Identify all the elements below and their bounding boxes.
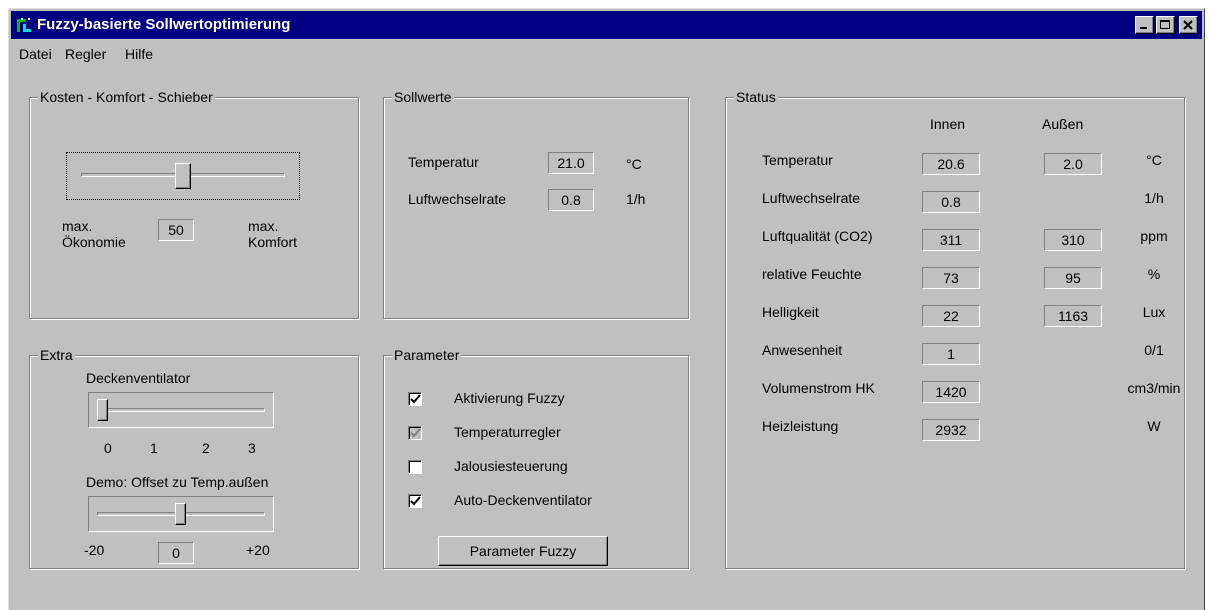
parameter-option-label: Aktivierung Fuzzy [454, 390, 565, 406]
parameter-option-label: Jalousiesteuerung [454, 458, 568, 474]
checkmark-icon [410, 394, 421, 404]
status-inside-field: 1 [922, 343, 980, 365]
fan-slider[interactable] [88, 392, 274, 428]
status-row-unit: cm3/min [1127, 380, 1181, 396]
status-group: Status Innen Außen Temperatur 20.6 2.0 °C Lu… [725, 89, 1185, 569]
extra-legend: Extra [38, 347, 75, 363]
comfort-slider-thumb[interactable] [175, 163, 191, 189]
status-inside-field: 22 [922, 305, 980, 327]
parameter-group: Parameter Aktivierung Fuzzy Temperaturreg… [383, 347, 689, 569]
menu-datei[interactable]: Datei [19, 46, 52, 62]
app-icon [17, 18, 31, 32]
status-row-unit: % [1147, 266, 1161, 282]
checkmark-icon [410, 496, 421, 506]
outside-column-header: Außen [1042, 116, 1084, 132]
maximize-button[interactable] [1156, 16, 1175, 34]
menu-regler[interactable]: Regler [65, 46, 106, 62]
status-row-label: Heizleistung [762, 418, 839, 434]
status-row-label: Temperatur [762, 152, 833, 168]
comfort-value-field: 50 [158, 219, 194, 241]
status-row-label: Volumenstrom HK [762, 380, 875, 396]
parameter-checkbox[interactable] [408, 392, 422, 406]
max-comfort-label-1: max. [248, 218, 279, 234]
status-row-label: relative Feuchte [762, 266, 862, 282]
status-outside-field: 95 [1044, 267, 1102, 289]
setpoint-temperature-unit: °C [626, 156, 642, 172]
extra-group: Extra Deckenventilator 0 1 2 3 Demo: Off… [29, 347, 359, 569]
fan-tick-1: 1 [150, 440, 158, 456]
status-row-label: Helligkeit [762, 304, 819, 320]
parameter-legend: Parameter [392, 347, 462, 363]
demo-offset-field: 0 [158, 542, 194, 564]
status-inside-field: 20.6 [922, 153, 980, 175]
app-window: Fuzzy-basierte Sollwertoptimierung Datei… [8, 8, 1205, 610]
max-economy-label-1: max. [62, 218, 93, 234]
fan-tick-3: 3 [248, 440, 256, 456]
setpoint-airchange-label: Luftwechselrate [408, 191, 507, 207]
inside-column-header: Innen [930, 116, 966, 132]
status-inside-field: 0.8 [922, 191, 980, 213]
parameter-option-label: Auto-Deckenventilator [454, 492, 592, 508]
parameter-checkbox[interactable] [408, 494, 422, 508]
fan-tick-2: 2 [202, 440, 210, 456]
parameter-checkbox[interactable] [408, 426, 422, 440]
fan-tick-0: 0 [104, 440, 112, 456]
status-row-unit: W [1147, 418, 1161, 434]
checkmark-icon [410, 428, 421, 438]
max-economy-label-2: Ökonomie [62, 234, 126, 250]
minimize-button[interactable] [1135, 16, 1154, 34]
demo-offset-slider[interactable] [88, 496, 274, 532]
setpoint-airchange-unit: 1/h [626, 191, 646, 207]
status-inside-field: 1420 [922, 381, 980, 403]
status-row-unit: 1/h [1144, 190, 1164, 206]
parameter-fuzzy-button[interactable]: Parameter Fuzzy [438, 536, 608, 566]
parameter-option-label: Temperaturregler [454, 424, 561, 440]
status-outside-field: 310 [1044, 229, 1102, 251]
status-row-unit: Lux [1142, 304, 1166, 320]
setpoint-temperature-field: 21.0 [548, 152, 594, 174]
status-row-label: Luftqualität (CO2) [762, 228, 873, 244]
status-inside-field: 73 [922, 267, 980, 289]
status-inside-field: 2932 [922, 419, 980, 441]
status-row-unit: 0/1 [1144, 342, 1164, 358]
setpoint-temperature-label: Temperatur [408, 154, 479, 170]
fan-label: Deckenventilator [86, 370, 191, 386]
status-outside-field: 2.0 [1044, 153, 1102, 175]
status-outside-field: 1163 [1044, 305, 1102, 327]
demo-offset-label: Demo: Offset zu Temp.außen [86, 474, 269, 490]
fan-slider-thumb[interactable] [97, 399, 108, 421]
demo-max-label: +20 [246, 542, 270, 558]
status-row-unit: °C [1146, 152, 1162, 168]
close-button[interactable] [1179, 16, 1198, 34]
status-row-label: Luftwechselrate [762, 190, 861, 206]
title-bar[interactable]: Fuzzy-basierte Sollwertoptimierung [11, 11, 1202, 39]
setpoint-airchange-field: 0.8 [548, 189, 594, 211]
max-comfort-label-2: Komfort [248, 234, 298, 250]
fan-slider-track [97, 408, 265, 412]
demo-offset-thumb[interactable] [175, 503, 186, 525]
kosten-komfort-group: Kosten - Komfort - Schieber max. Ökonomi… [29, 89, 359, 319]
sollwerte-legend: Sollwerte [392, 89, 454, 105]
menu-hilfe[interactable]: Hilfe [125, 46, 153, 62]
minimize-icon [1140, 27, 1147, 29]
maximize-icon [1160, 20, 1170, 29]
status-legend: Status [734, 89, 778, 105]
status-row-label: Anwesenheit [762, 342, 843, 358]
comfort-slider[interactable] [66, 152, 300, 200]
status-row-unit: ppm [1140, 228, 1168, 244]
demo-min-label: -20 [84, 542, 105, 558]
kosten-komfort-legend: Kosten - Komfort - Schieber [38, 89, 215, 105]
parameter-checkbox[interactable] [408, 460, 422, 474]
status-inside-field: 311 [922, 229, 980, 251]
sollwerte-group: Sollwerte Temperatur 21.0 °C Luftwechsel… [383, 89, 689, 319]
window-title: Fuzzy-basierte Sollwertoptimierung [37, 16, 291, 33]
close-icon [1183, 20, 1193, 30]
